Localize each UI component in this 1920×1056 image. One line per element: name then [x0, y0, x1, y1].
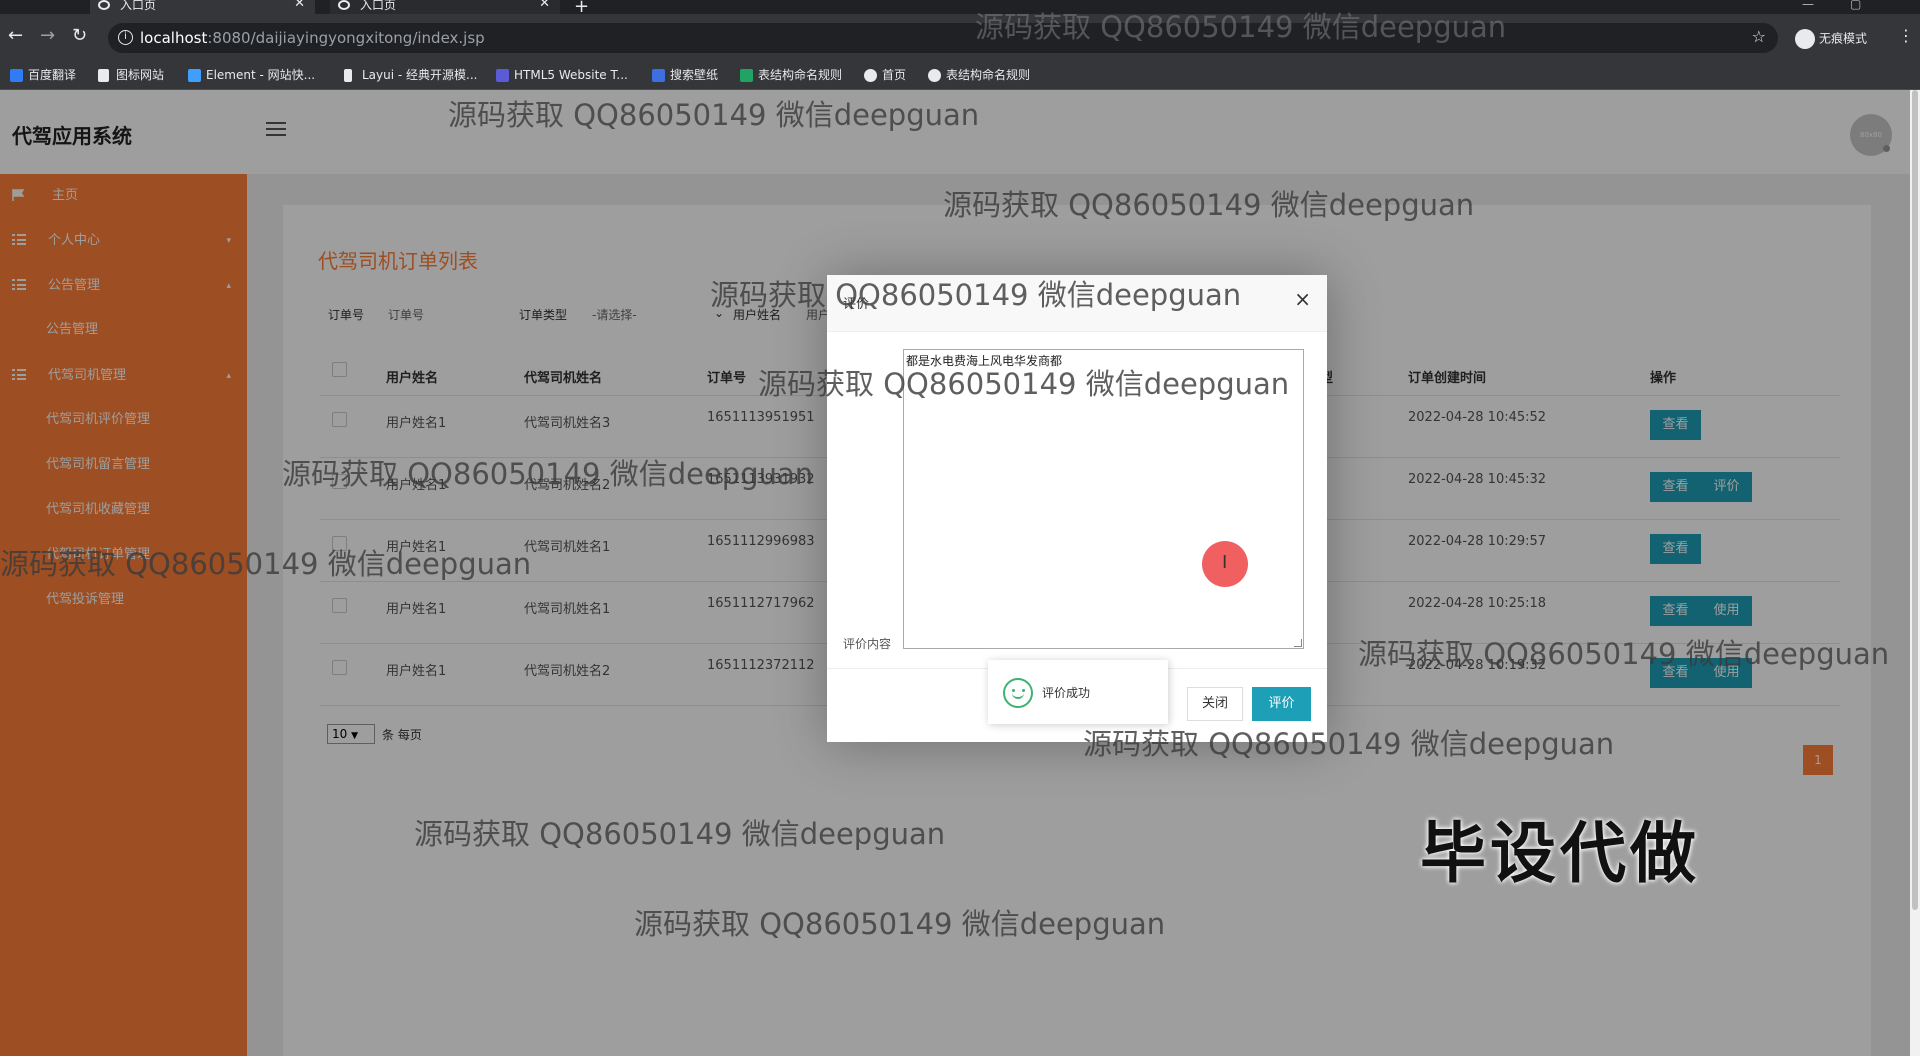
address-bar[interactable]: i localhost:8080/daijiayingyongxitong/in…: [108, 23, 1778, 53]
bookmark-item[interactable]: 百度翻译: [10, 67, 76, 83]
bookmark-label: 搜索壁纸: [670, 68, 719, 82]
minimize-icon[interactable]: —: [1802, 0, 1814, 11]
bookmark-item[interactable]: 表结构命名规则: [928, 67, 1030, 83]
browser-toolbar: ← → ↻ i localhost:8080/daijiayingyongxit…: [0, 14, 1920, 62]
smile-icon: [1003, 678, 1033, 708]
browser-tab-1[interactable]: 入口页 ✕: [90, 0, 315, 14]
watermark: 源码获取 QQ86050149 微信deepguan: [943, 188, 1475, 222]
incognito-label: 无痕模式: [1819, 31, 1868, 46]
watermark: 源码获取 QQ86050149 微信deepguan: [1358, 637, 1890, 671]
bookmark-icon: [344, 69, 352, 82]
watermark: 源码获取 QQ86050149 微信deepguan: [414, 817, 946, 851]
watermark: 源码获取 QQ86050149 微信deepguan: [758, 367, 1290, 401]
bookmark-item[interactable]: 首页: [864, 67, 906, 83]
bookmark-item[interactable]: 表结构命名规则: [740, 67, 842, 83]
tab-favicon-icon: [98, 0, 110, 10]
bookmark-label: Layui - 经典开源模...: [362, 68, 478, 82]
incognito-icon: [1795, 29, 1815, 49]
bookmark-item[interactable]: Layui - 经典开源模...: [344, 67, 477, 83]
bookmark-label: 百度翻译: [28, 68, 77, 82]
bookmark-label: Element - 网站快...: [206, 68, 316, 82]
url-host: localhost: [140, 29, 208, 47]
bookmark-icon: [188, 69, 201, 82]
bookmark-item[interactable]: Element - 网站快...: [188, 67, 315, 83]
watermark: 源码获取 QQ86050149 微信deepguan: [634, 907, 1166, 941]
cursor-highlight: I: [1202, 541, 1248, 587]
bookmark-item[interactable]: 图标网站: [98, 67, 164, 83]
bookmark-label: 表结构命名规则: [758, 68, 843, 82]
tab-close-icon[interactable]: ✕: [294, 0, 305, 10]
watermark: 源码获取 QQ86050149 微信deepguan: [282, 457, 814, 491]
tab-title: 入口页: [360, 0, 397, 12]
bookmark-icon: [98, 69, 109, 82]
forward-icon[interactable]: →: [40, 26, 55, 46]
url-path: :8080/daijiayingyongxitong/index.jsp: [207, 29, 485, 47]
bookmarks-bar: 百度翻译 图标网站 Element - 网站快... Layui - 经典开源模…: [0, 62, 1920, 90]
bookmark-label: 图标网站: [116, 68, 165, 82]
browser-menu-icon[interactable]: ⋮: [1898, 26, 1914, 45]
bookmark-icon: [652, 69, 665, 82]
close-button[interactable]: 关闭: [1187, 687, 1243, 721]
bookmark-item[interactable]: HTML5 Website T...: [496, 67, 628, 83]
watermark-big: 毕设代做: [1420, 815, 1700, 892]
scrollbar-thumb[interactable]: [1912, 90, 1918, 910]
url-text: localhost:8080/daijiayingyongxitong/inde…: [140, 29, 485, 47]
browser-tab-2[interactable]: 入口页 ✕: [330, 0, 560, 14]
review-content-label: 评价内容: [843, 637, 892, 651]
bookmark-icon: [864, 69, 877, 82]
text-cursor-icon: I: [1222, 552, 1228, 573]
bookmark-icon: [10, 69, 23, 82]
back-icon[interactable]: ←: [8, 26, 23, 46]
incognito-badge[interactable]: 无痕模式: [1795, 29, 1867, 49]
bookmark-label: 表结构命名规则: [946, 68, 1031, 82]
watermark: 源码获取 QQ86050149 微信deepguan: [448, 98, 980, 132]
reload-icon[interactable]: ↻: [72, 26, 87, 46]
bookmark-star-icon[interactable]: ☆: [1752, 27, 1766, 46]
watermark: 源码获取 QQ86050149 微信deepguan: [0, 547, 532, 581]
bookmark-icon: [740, 69, 753, 82]
submit-review-button[interactable]: 评价: [1252, 687, 1311, 721]
bookmark-item[interactable]: 搜索壁纸: [652, 67, 718, 83]
watermark: 源码获取 QQ86050149 微信deepguan: [710, 278, 1242, 312]
success-toast: 评价成功: [988, 660, 1168, 724]
page-scrollbar[interactable]: [1910, 90, 1920, 1056]
watermark: 源码获取 QQ86050149 微信deepguan: [975, 10, 1507, 44]
browser-tabstrip: 入口页 ✕ 入口页 ✕ + — ▢: [0, 0, 1920, 17]
toast-message: 评价成功: [1042, 686, 1091, 700]
maximize-icon[interactable]: ▢: [1850, 0, 1861, 11]
tab-close-icon[interactable]: ✕: [539, 0, 550, 10]
bookmark-label: 首页: [882, 68, 907, 82]
bookmark-icon: [496, 69, 509, 82]
watermark: 源码获取 QQ86050149 微信deepguan: [1083, 727, 1615, 761]
tab-title: 入口页: [120, 0, 157, 12]
site-info-icon[interactable]: i: [118, 30, 133, 45]
bookmark-icon: [928, 69, 941, 82]
bookmark-label: HTML5 Website T...: [514, 68, 628, 82]
tab-favicon-icon: [338, 0, 350, 10]
resize-handle-icon[interactable]: [1294, 639, 1302, 647]
close-icon[interactable]: ×: [1294, 289, 1311, 309]
